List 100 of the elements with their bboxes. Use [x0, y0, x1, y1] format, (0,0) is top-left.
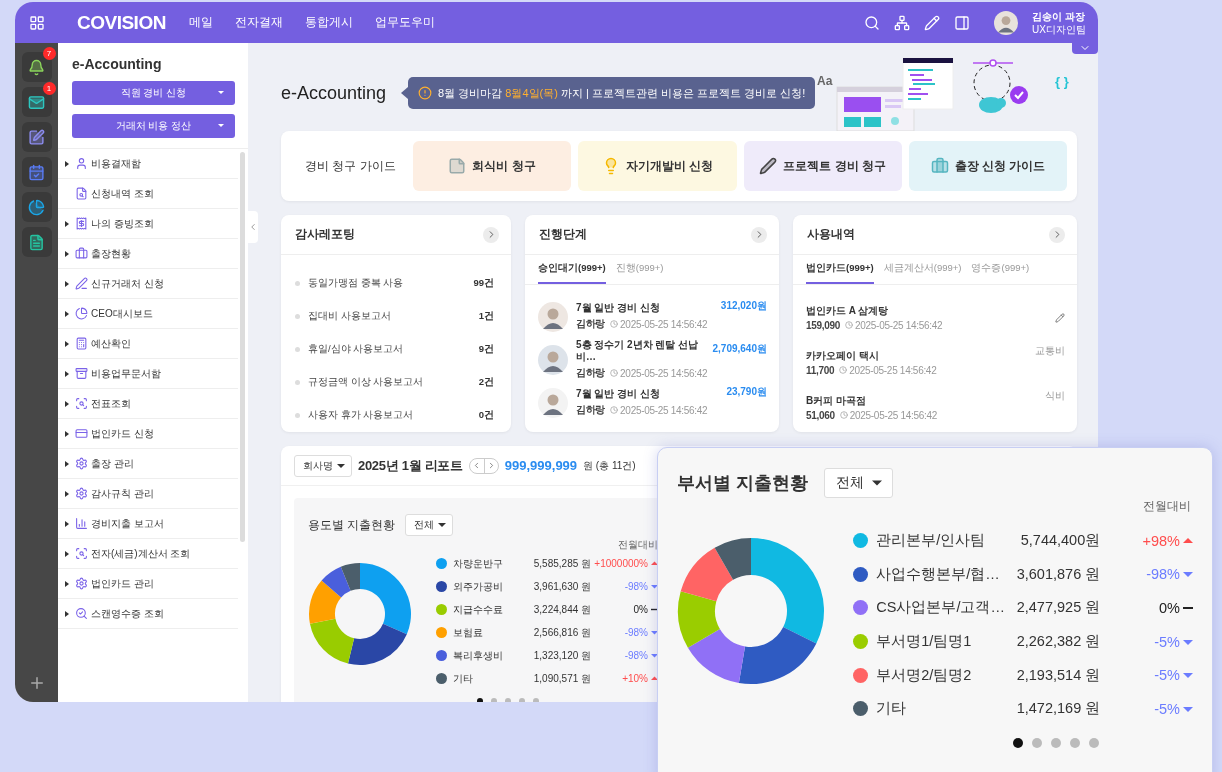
sidebar-item[interactable]: 전표조회	[58, 389, 238, 419]
card-icon	[75, 427, 88, 440]
org-chart-icon[interactable]	[894, 14, 911, 31]
page-dot[interactable]	[1050, 737, 1061, 748]
category-label: 교통비	[1035, 344, 1065, 358]
avatar	[538, 301, 568, 332]
user-icon	[75, 157, 88, 170]
sidebar-item[interactable]: CEO대시보드	[58, 299, 238, 329]
more-button[interactable]	[1049, 226, 1065, 243]
caret-icon	[65, 250, 69, 257]
report-label[interactable]: 사용자 휴가 사용보고서	[308, 409, 479, 422]
requester-name: 김하랑	[576, 403, 606, 417]
more-button[interactable]	[483, 226, 499, 243]
item-title[interactable]: B커피 마곡점	[806, 394, 1037, 407]
menu-button[interactable]: 직원 경비 신청	[72, 81, 235, 105]
app-tile[interactable]	[21, 192, 52, 222]
guide-button[interactable]: 자기개발비 신청	[578, 141, 737, 191]
file-search-icon	[75, 187, 88, 200]
report-label[interactable]: 휴일/심야 사용보고서	[308, 343, 479, 356]
caret-icon	[65, 160, 69, 167]
bell-icon	[28, 58, 45, 76]
menu-link[interactable]: 업무도우미	[375, 14, 435, 31]
panel-icon[interactable]	[954, 14, 971, 31]
apps-grid-icon[interactable]	[29, 14, 45, 31]
search-icon[interactable]	[864, 14, 881, 31]
column-header: 전월대비	[1142, 498, 1192, 515]
menu-link[interactable]: 메일	[189, 14, 213, 31]
filter-select[interactable]: 전체	[824, 468, 893, 498]
sidebar-item[interactable]: 신청내역 조회	[58, 179, 238, 209]
item-title[interactable]: 7월 일반 경비 신청	[576, 388, 719, 400]
sidebar-item[interactable]: 비용업무문서함	[58, 359, 238, 389]
report-label[interactable]: 집대비 사용보고서	[308, 310, 479, 323]
tab[interactable]: 승인대기(999+)	[538, 255, 606, 284]
filter-select[interactable]: 전체	[405, 514, 454, 536]
sidebar-item[interactable]: 법인카드 신청	[58, 419, 238, 449]
calendar-icon	[28, 163, 45, 181]
menu-button[interactable]: 거래처 비용 정산	[72, 114, 235, 138]
timestamp: 2025-05-25 14:56:42	[620, 367, 708, 379]
legend-change: -5%	[1153, 700, 1180, 717]
sidebar-item[interactable]: 신규거래처 신청	[58, 269, 238, 299]
amount: 51,060	[806, 409, 835, 421]
app-tile[interactable]	[21, 52, 52, 82]
sidebar-item[interactable]: 법인카드 관리	[58, 569, 238, 599]
menu-link[interactable]: 전자결재	[235, 14, 283, 31]
sidebar-item[interactable]: 나의 증빙조회	[58, 209, 238, 239]
sidebar-item[interactable]: 비용결재함	[58, 149, 238, 179]
legend-label: 부서명2/팀명2	[876, 665, 973, 685]
guide-button[interactable]: 출장 신청 가이드	[908, 141, 1067, 191]
guide-button[interactable]: 프로젝트 경비 청구	[743, 141, 902, 191]
sidebar-item[interactable]: 출장 관리	[58, 449, 238, 479]
sidebar-item[interactable]: 출장현황	[58, 239, 238, 269]
item-title[interactable]: 법인카드 A 삼계탕	[806, 304, 1047, 317]
report-label[interactable]: 동일가맹점 중복 사용	[308, 277, 474, 290]
sidebar-item[interactable]: 예산확인	[58, 329, 238, 359]
item-title[interactable]: 7월 일반 경비 신청	[576, 302, 713, 314]
sidebar-item[interactable]: 경비지출 보고서	[58, 509, 238, 539]
more-button[interactable]	[751, 226, 767, 243]
clock-icon	[839, 411, 848, 419]
page-dot[interactable]	[1031, 737, 1042, 748]
legend-change: +98%	[1141, 532, 1180, 549]
page-dot[interactable]	[1088, 737, 1099, 748]
pen-icon	[75, 277, 88, 290]
user-team: UX디자인팀	[1032, 22, 1086, 36]
legend-amount: 1,472,169 원	[1015, 699, 1101, 719]
report-total: 999,999,999	[504, 458, 578, 473]
scrollbar[interactable]	[240, 152, 245, 542]
legend-amount: 1,323,120 원	[532, 648, 592, 663]
report-label[interactable]: 규정금액 이상 사용보고서	[308, 376, 479, 389]
document-icon	[28, 233, 45, 251]
bullet-dot	[295, 281, 300, 286]
search-check-icon	[75, 607, 88, 620]
caret-icon	[65, 430, 69, 437]
app-tile[interactable]	[21, 227, 52, 257]
tab[interactable]: 법인카드(999+)	[806, 255, 874, 284]
sidebar-item[interactable]: 전자(세금)계산서 조회	[58, 539, 238, 569]
header-tab[interactable]	[1072, 42, 1098, 54]
caret-icon	[65, 580, 69, 587]
card-title: 감사레포팅	[295, 226, 355, 243]
page-dot[interactable]	[1012, 737, 1023, 748]
page-dot[interactable]	[1069, 737, 1080, 748]
guide-button[interactable]: 회식비 청구	[413, 141, 572, 191]
legend-label: 관리본부/인사팀	[876, 531, 987, 551]
collapse-handle[interactable]	[248, 211, 258, 243]
app-tile[interactable]	[21, 122, 52, 152]
item-title[interactable]: 5층 정수기 2년차 렌탈 선납 비…	[576, 339, 705, 363]
legend-change: -98%	[623, 650, 648, 661]
sidebar-item[interactable]: 스캔영수증 조회	[58, 599, 238, 629]
amount: 11,700	[806, 364, 835, 376]
briefcase-icon	[75, 247, 88, 260]
app-tile[interactable]	[21, 87, 52, 117]
clock-icon	[610, 320, 619, 328]
sidebar-item[interactable]: 감사규칙 관리	[58, 479, 238, 509]
timestamp: 2025-05-25 14:56:42	[849, 364, 937, 376]
legend-change: -98%	[623, 627, 648, 638]
legend-label: 기타	[876, 699, 908, 719]
item-title[interactable]: 카카오페이 택시	[806, 349, 1027, 362]
pencil-icon[interactable]	[1055, 312, 1065, 323]
menu-link[interactable]: 통합게시	[305, 14, 353, 31]
company-select[interactable]: 회사명	[294, 454, 352, 477]
app-tile[interactable]	[21, 157, 52, 187]
